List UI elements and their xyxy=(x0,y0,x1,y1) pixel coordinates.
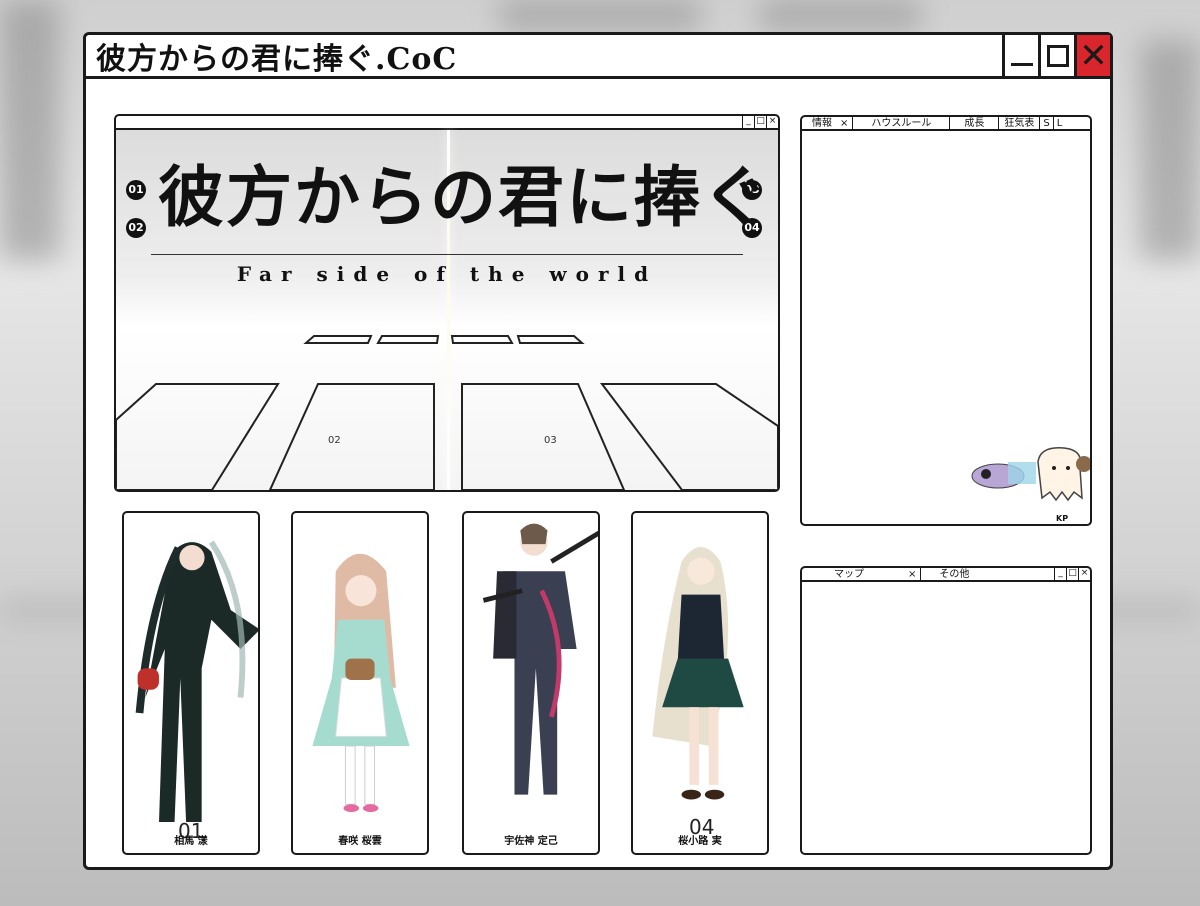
maximize-button[interactable] xyxy=(1038,35,1074,76)
map-tabs: マップ × その他 _ □ × xyxy=(802,568,1090,582)
minimize-icon[interactable]: _ xyxy=(1054,568,1066,580)
tab-house-rules[interactable]: ハウスルール xyxy=(853,117,951,129)
close-button[interactable]: ✕ xyxy=(1074,35,1110,76)
floor-tiles xyxy=(116,335,778,490)
minimize-icon[interactable]: _ xyxy=(742,116,754,128)
minimize-button[interactable] xyxy=(1002,35,1038,76)
kp-label: KP xyxy=(1056,514,1069,523)
close-icon[interactable]: × xyxy=(1078,568,1090,580)
character-card-01[interactable]: 01 相馬 漾 xyxy=(122,511,260,855)
maximize-icon[interactable]: □ xyxy=(754,116,766,128)
tab-madness-table[interactable]: 狂気表 xyxy=(999,117,1041,129)
tab-growth[interactable]: 成長 xyxy=(950,117,1000,129)
maximize-icon xyxy=(1046,44,1069,67)
tab-map[interactable]: マップ xyxy=(802,568,868,580)
scene-image: 01 02 03 04 彼方からの君に捧ぐ Far side of the wo… xyxy=(116,130,778,490)
info-tabs: 情報 × ハウスルール 成長 狂気表 S L xyxy=(802,117,1090,131)
character-portrait xyxy=(482,523,598,795)
kp-mascot xyxy=(971,447,1090,502)
tab-l[interactable]: L xyxy=(1054,117,1066,129)
close-icon[interactable]: × xyxy=(766,116,778,128)
minimize-icon xyxy=(1010,63,1033,66)
character-card-02[interactable]: 02 春咲 桜雲 xyxy=(291,511,429,855)
tab-close-icon[interactable]: × xyxy=(836,117,854,129)
tile-label-03: 03 xyxy=(544,435,557,446)
tab-info[interactable]: 情報 xyxy=(802,117,836,129)
character-card-04[interactable]: 04 桜小路 実 xyxy=(631,511,769,855)
character-name: 桜小路 実 xyxy=(678,836,722,847)
character-name: 春咲 桜雲 xyxy=(338,836,382,847)
tab-map-close-icon[interactable]: × xyxy=(868,568,922,580)
close-icon: ✕ xyxy=(1079,35,1108,76)
tile-label-02: 02 xyxy=(328,435,341,446)
tab-s[interactable]: S xyxy=(1040,117,1054,129)
character-name: 相馬 漾 xyxy=(174,836,208,847)
scene-panel-titlebar: _ □ × xyxy=(116,116,778,130)
maximize-icon[interactable]: □ xyxy=(1066,568,1078,580)
character-name: 宇佐神 定己 xyxy=(504,836,558,847)
scene-panel: _ □ × 01 02 03 04 彼方からの君に捧ぐ Far side of … xyxy=(114,114,780,492)
app-window: 彼方からの君に捧ぐ.CoC ✕ _ □ × 01 02 03 04 彼方からの君… xyxy=(83,32,1113,870)
tab-other[interactable]: その他 xyxy=(921,568,1054,580)
window-title: 彼方からの君に捧ぐ.CoC xyxy=(96,41,458,77)
character-portrait xyxy=(312,553,410,813)
character-portrait xyxy=(135,540,258,822)
info-panel: 情報 × ハウスルール 成長 狂気表 S L KP xyxy=(800,115,1092,526)
character-card-03[interactable]: 03 宇佐神 定己 xyxy=(462,511,600,855)
title-bar[interactable]: 彼方からの君に捧ぐ.CoC ✕ xyxy=(86,35,1110,79)
character-portrait xyxy=(652,546,744,800)
map-panel: マップ × その他 _ □ × xyxy=(800,566,1092,855)
